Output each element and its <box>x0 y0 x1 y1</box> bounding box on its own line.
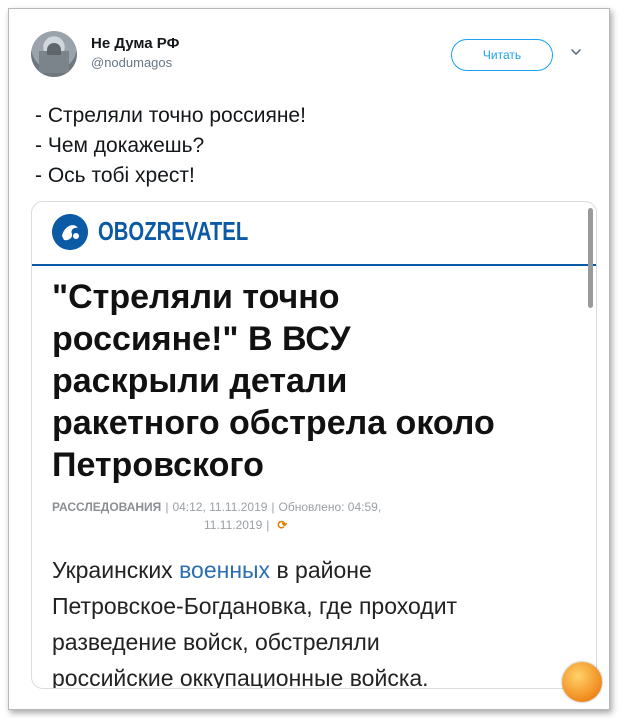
follow-button[interactable]: Читать <box>451 39 553 71</box>
globe-logo-icon <box>52 214 88 250</box>
watermark-logo-icon <box>562 662 602 702</box>
updated-date: 11.11.2019 <box>204 518 263 532</box>
lead-line: разведение войск, обстреляли <box>52 629 380 655</box>
brand-name: OBOZREVATEL <box>98 216 249 246</box>
link-preview-card[interactable]: OBOZREVATEL "Стреляли точно россияне!" В… <box>31 201 597 689</box>
lead-text: Украинских <box>52 557 180 583</box>
article-meta: РАССЛЕДОВАНИЯ | 04:12, 11.11.2019 | Обновлен… <box>52 498 582 534</box>
avatar[interactable] <box>31 31 77 77</box>
meta-separator: | <box>271 500 275 514</box>
refresh-icon[interactable]: ⟳ <box>277 518 287 532</box>
meta-separator: | <box>165 500 169 514</box>
military-link[interactable]: военных <box>179 557 270 583</box>
headline-line: ракетного обстрела около <box>52 404 495 442</box>
lead-line: Украинских военных в районе <box>52 552 582 588</box>
lead-line: российские оккупационные войска. <box>52 665 429 689</box>
card-header: OBOZREVATEL <box>32 202 596 308</box>
meta-separator: | <box>266 518 270 532</box>
chevron-down-icon[interactable] <box>569 45 583 59</box>
avatar-dome-shape <box>47 43 61 55</box>
tweet-line: - Чем докажешь? <box>35 134 205 157</box>
tweet-text: - Стреляли точно россияне! - Чем докажеш… <box>35 101 306 191</box>
author-handle[interactable]: @nodumagos <box>91 55 172 70</box>
scrollbar[interactable] <box>588 208 593 308</box>
article-headline[interactable]: "Стреляли точно россияне!" В ВСУ раскрыл… <box>52 276 582 486</box>
tweet-line: - Стреляли точно россияне! <box>35 104 306 127</box>
headline-line: "Стреляли точно <box>52 278 340 316</box>
author-name[interactable]: Не Дума РФ <box>91 35 179 52</box>
headline-line: Петровского <box>52 446 264 484</box>
updated-time: Обновлено: 04:59, <box>278 500 382 514</box>
lead-text: в районе <box>270 557 372 583</box>
headline-line: россияне!" В ВСУ <box>52 320 351 358</box>
headline-line: раскрыли детали <box>52 362 348 400</box>
tweet-line: - Ось тобі хрест! <box>35 164 195 187</box>
article-lead: Украинских военных в районе Петровское-Б… <box>52 552 582 689</box>
lead-line: Петровское-Богдановка, где проходит <box>52 593 458 619</box>
published-time: 04:12, 11.11.2019 <box>172 500 268 514</box>
follow-button-label: Читать <box>482 48 522 62</box>
screenshot-frame: Не Дума РФ @nodumagos Читать - Стреляли … <box>8 8 610 710</box>
category-label[interactable]: РАССЛЕДОВАНИЯ <box>52 500 161 514</box>
